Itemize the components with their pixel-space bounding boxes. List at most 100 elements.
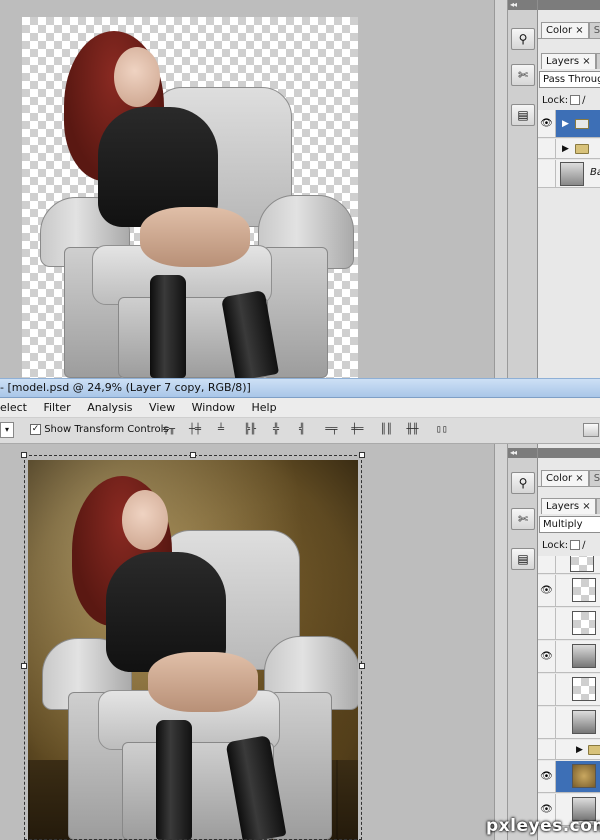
layer-row-selected-texture[interactable]: 👁 (538, 761, 600, 793)
close-icon[interactable]: × (582, 56, 590, 67)
top-scrollbar[interactable] (494, 0, 507, 378)
layer-row-group[interactable]: ▶ (538, 740, 600, 760)
auto-align-icon[interactable]: ▯▯ (431, 423, 453, 437)
lock-label: Lock: (542, 540, 569, 551)
transform-handle[interactable] (21, 452, 27, 458)
layer-thumbnail (572, 710, 596, 734)
eye-icon[interactable] (538, 139, 556, 158)
blend-mode-select[interactable]: Multiply (539, 516, 600, 533)
tab-color[interactable]: Color × (541, 22, 589, 38)
transform-bounding-box[interactable] (24, 455, 362, 840)
align-top-icon[interactable]: ╤╥ (158, 423, 180, 437)
photoshop-workspace: ◂◂ ⚲ ✄ ▤ Color ×Sw Layers ×Cl Pass Throu… (0, 0, 600, 840)
layer-thumbnail (570, 556, 594, 572)
blend-mode-select[interactable]: Pass Through (539, 71, 600, 88)
menu-analysis[interactable]: Analysis (87, 401, 132, 414)
dock-collapse-header[interactable]: ◂◂ (508, 448, 537, 458)
tab-color[interactable]: Color × (541, 470, 589, 486)
close-icon[interactable]: × (582, 501, 590, 512)
eye-icon[interactable] (538, 608, 556, 639)
tool-preset-dropdown[interactable]: ▾ (0, 422, 14, 438)
folder-icon (575, 144, 589, 154)
show-transform-checkbox[interactable]: ✓ (30, 423, 41, 435)
menu-filter[interactable]: Filter (43, 401, 70, 414)
workspace-icon[interactable] (583, 423, 599, 437)
layer-row[interactable] (538, 674, 600, 706)
tab-channels[interactable]: Cl (595, 498, 600, 514)
eye-icon[interactable] (538, 707, 556, 738)
eye-icon[interactable] (538, 740, 556, 759)
layer-row[interactable]: 👁 (538, 641, 600, 673)
tool-presets-icon[interactable]: ✄ (511, 508, 535, 530)
lock-label: Lock: (542, 95, 569, 106)
layer-comps-icon[interactable]: ▤ (511, 548, 535, 570)
layers-list: 👁 👁 ▶ 👁 👁 (538, 556, 600, 840)
layer-row[interactable] (538, 556, 600, 574)
lock-row: Lock: ∕ (542, 93, 586, 109)
layer-row[interactable]: 👁 (538, 575, 600, 607)
layer-row-selected-group[interactable]: 👁 ▶ (538, 110, 600, 138)
lock-brush-icon[interactable]: ∕ (582, 540, 585, 551)
top-dock-strip: ◂◂ ⚲ ✄ ▤ (507, 0, 537, 378)
figure-legs (140, 207, 250, 267)
eye-icon[interactable] (538, 556, 556, 573)
expand-triangle-icon[interactable]: ▶ (562, 144, 569, 154)
transform-handle[interactable] (21, 663, 27, 669)
eye-icon[interactable]: 👁 (538, 110, 556, 137)
folder-icon (575, 119, 589, 129)
eye-icon[interactable]: 👁 (538, 575, 556, 606)
layer-row-group[interactable]: ▶ (538, 139, 600, 159)
lock-transparent-icon[interactable] (570, 540, 581, 550)
close-icon[interactable]: × (575, 25, 583, 36)
layer-thumbnail (572, 764, 596, 788)
eye-icon[interactable]: 👁 (538, 761, 556, 792)
layer-row-background[interactable]: Ba (538, 160, 600, 188)
document-titlebar[interactable]: - [model.psd @ 24,9% (Layer 7 copy, RGB/… (0, 378, 600, 398)
menu-help[interactable]: Help (252, 401, 277, 414)
eye-icon[interactable] (538, 160, 556, 187)
align-bottom-icon[interactable]: ╧ (210, 423, 232, 437)
layer-thumbnail (572, 644, 596, 668)
align-right-icon[interactable]: ╣ (291, 423, 313, 437)
distribute-top-icon[interactable]: ═╤ (320, 423, 342, 437)
dock-collapse-header[interactable]: ◂◂ (508, 0, 537, 10)
menu-window[interactable]: Window (192, 401, 235, 414)
tab-swatches[interactable]: Sw (588, 470, 600, 486)
expand-triangle-icon[interactable]: ▶ (576, 745, 583, 755)
transform-handle[interactable] (190, 452, 196, 458)
expand-triangle-icon[interactable]: ▶ (562, 119, 569, 129)
distribute-vcenter-icon[interactable]: ╪═ (346, 423, 368, 437)
lock-transparent-icon[interactable] (570, 95, 581, 105)
brush-preset-icon[interactable]: ⚲ (511, 28, 535, 50)
top-document-canvas[interactable] (22, 17, 358, 378)
brush-preset-icon[interactable]: ⚲ (511, 472, 535, 494)
tab-layers[interactable]: Layers × (541, 498, 596, 514)
layer-thumbnail (572, 578, 596, 602)
eye-icon[interactable] (538, 674, 556, 705)
bottom-scrollbar[interactable] (494, 444, 507, 840)
tab-layers[interactable]: Layers × (541, 53, 596, 69)
menu-select[interactable]: elect (0, 401, 27, 414)
distribute-left-icon[interactable]: ║║ (376, 423, 398, 437)
layer-row[interactable] (538, 608, 600, 640)
tool-presets-icon[interactable]: ✄ (511, 64, 535, 86)
transform-handle[interactable] (359, 663, 365, 669)
align-left-icon[interactable]: ╠╟ (239, 423, 261, 437)
lock-brush-icon[interactable]: ∕ (582, 95, 585, 106)
tab-swatches[interactable]: Sw (588, 22, 600, 38)
align-vcenter-icon[interactable]: ┼╪ (184, 423, 206, 437)
menu-view[interactable]: View (149, 401, 175, 414)
transform-handle[interactable] (359, 452, 365, 458)
layer-row[interactable] (538, 707, 600, 739)
lock-row: Lock: ∕ (542, 538, 586, 554)
distribute-hcenter-icon[interactable]: ╫╫ (402, 423, 424, 437)
layer-comps-icon[interactable]: ▤ (511, 104, 535, 126)
menu-bar: elect Filter Analysis View Window Help (0, 398, 600, 418)
figure-face (114, 47, 160, 107)
tab-channels[interactable]: Cl (595, 53, 600, 69)
layer-thumbnail (572, 611, 596, 635)
top-canvas-area (0, 0, 494, 378)
eye-icon[interactable]: 👁 (538, 641, 556, 672)
align-hcenter-icon[interactable]: ╬ (265, 423, 287, 437)
close-icon[interactable]: × (575, 473, 583, 484)
